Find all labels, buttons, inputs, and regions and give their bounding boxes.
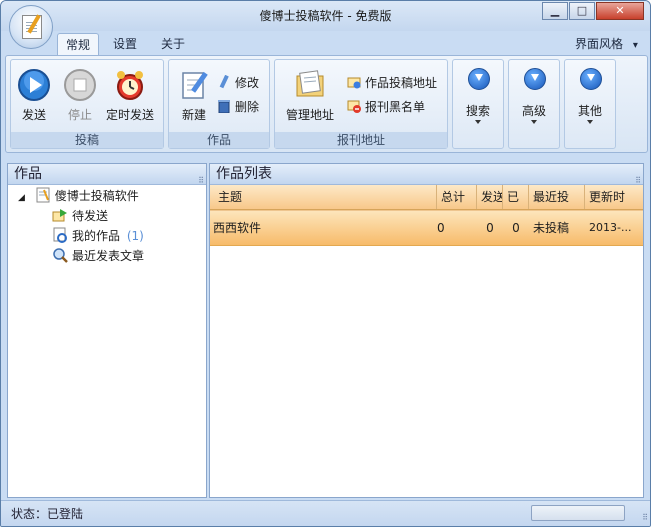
chevron-down-icon: [587, 120, 593, 124]
tree-item-my-works[interactable]: 我的作品 (1): [52, 226, 144, 246]
notepad-icon: [36, 187, 50, 203]
status-text: 状态：已登陆: [11, 507, 84, 521]
column-done[interactable]: 已: [503, 185, 529, 209]
column-updated[interactable]: 更新时: [585, 185, 643, 209]
works-list-pane: 作品列表 ⠿ 主题 总计 发送 已 最近投 更新时 西西软件 0 0 0 未投稿…: [209, 163, 644, 498]
resize-grip-icon[interactable]: ⠿: [642, 513, 648, 522]
minimize-button[interactable]: ▁: [542, 2, 568, 20]
edit-icon: [219, 75, 229, 89]
edit-button[interactable]: 修改: [217, 74, 259, 92]
scheduled-send-label: 定时发送: [105, 108, 154, 122]
ribbon-tabs: 常规 设置 关于 界面风格 ▾: [1, 31, 650, 56]
tab-general[interactable]: 常规: [57, 33, 100, 56]
ribbon: 发送 停止 定时发送 投稿 新建 修改 删除 作品 管理地址 作品投稿地址 报刊…: [5, 55, 648, 153]
delete-button[interactable]: 删除: [217, 98, 259, 116]
play-icon: [18, 69, 50, 101]
blacklist-label: 报刊黑名单: [365, 100, 426, 114]
column-last-submit[interactable]: 最近投: [529, 185, 585, 209]
ribbon-group-addresses: 管理地址 作品投稿地址 报刊黑名单 报刊地址: [274, 59, 448, 149]
pending-send-icon: [52, 209, 67, 222]
stop-icon: [64, 69, 96, 101]
ribbon-group-submit: 发送 停止 定时发送 投稿: [10, 59, 164, 149]
arrow-down-circle-icon: [524, 68, 546, 90]
works-list-header: 作品列表 ⠿: [210, 164, 643, 185]
tree-item-my-works-label: 我的作品: [72, 229, 121, 243]
table-header: 主题 总计 发送 已 最近投 更新时: [210, 185, 643, 210]
works-pane-title: 作品: [14, 166, 42, 182]
stop-button[interactable]: 停止: [63, 68, 97, 122]
manage-address-label: 管理地址: [285, 108, 334, 122]
other-dropdown[interactable]: 其他: [564, 59, 616, 149]
chevron-down-icon: [531, 120, 537, 124]
cell-subject: 西西软件: [213, 221, 262, 235]
works-pane-header: 作品 ⠿: [8, 164, 206, 185]
tree-root[interactable]: ◢ 傻博士投稿软件: [18, 186, 139, 206]
blacklist-icon: [347, 100, 361, 113]
tree-item-recent[interactable]: 最近发表文章: [52, 246, 144, 266]
cell-done: 0: [512, 221, 520, 235]
new-doc-icon: [182, 71, 208, 99]
my-works-icon: [53, 227, 67, 243]
advanced-label: 高级: [521, 104, 546, 118]
tree-item-recent-label: 最近发表文章: [72, 249, 145, 263]
column-total[interactable]: 总计: [437, 185, 477, 209]
pane-grip-icon: ⠿: [198, 176, 204, 185]
column-subject[interactable]: 主题: [210, 185, 437, 209]
my-works-count: (1): [126, 229, 144, 243]
work-address-button[interactable]: 作品投稿地址: [347, 74, 437, 92]
blacklist-button[interactable]: 报刊黑名单: [347, 98, 425, 116]
new-label: 新建: [181, 108, 206, 122]
alarm-clock-icon: [117, 71, 143, 100]
cell-last-submit: 未投稿: [533, 221, 570, 235]
cell-sent: 0: [486, 221, 494, 235]
advanced-dropdown[interactable]: 高级: [508, 59, 560, 149]
stop-label: 停止: [67, 108, 92, 122]
search-dropdown[interactable]: 搜索: [452, 59, 504, 149]
app-window: 傻博士投稿软件 - 免费版 ▁ □ ✕ 常规 设置 关于 界面风格 ▾ 发送 停…: [0, 0, 651, 527]
progress-bar: [531, 505, 625, 521]
cell-updated: 2013-...: [589, 221, 632, 234]
arrow-down-circle-icon: [468, 68, 490, 90]
title-bar: 傻博士投稿软件 - 免费版 ▁ □ ✕: [1, 1, 650, 31]
group-label-addresses: 报刊地址: [275, 132, 447, 148]
cell-total: 0: [437, 221, 445, 235]
ribbon-group-works: 新建 修改 删除 作品: [168, 59, 270, 149]
mail-address-icon: [347, 77, 361, 89]
chevron-down-icon: [475, 120, 481, 124]
table-row[interactable]: 西西软件 0 0 0 未投稿 2013-...: [210, 210, 643, 246]
delete-label: 删除: [235, 100, 260, 114]
address-book-icon: [296, 70, 324, 97]
search-label: 搜索: [465, 104, 490, 118]
status-bar: 状态：已登陆 ⠿: [1, 500, 650, 526]
arrow-down-circle-icon: [580, 68, 602, 90]
manage-address-button[interactable]: 管理地址: [286, 68, 334, 122]
tab-settings[interactable]: 设置: [105, 33, 145, 55]
chevron-down-icon: ▾: [632, 40, 638, 51]
works-pane: 作品 ⠿ ◢ 傻博士投稿软件 待发送 我的作品 (1) 最近发表文章: [7, 163, 207, 498]
new-button[interactable]: 新建: [177, 68, 211, 122]
edit-label: 修改: [235, 76, 260, 90]
tree-expander-icon[interactable]: ◢: [18, 193, 25, 203]
app-menu-button[interactable]: [9, 5, 53, 49]
maximize-button[interactable]: □: [569, 2, 595, 20]
works-list-title: 作品列表: [216, 166, 272, 182]
skin-menu[interactable]: 界面风格 ▾: [567, 33, 646, 55]
work-address-label: 作品投稿地址: [365, 76, 438, 90]
other-label: 其他: [577, 104, 602, 118]
tree-item-pending[interactable]: 待发送: [52, 206, 108, 226]
close-button[interactable]: ✕: [596, 2, 644, 20]
tree-root-label: 傻博士投稿软件: [54, 189, 139, 203]
column-sent[interactable]: 发送: [477, 185, 503, 209]
send-button[interactable]: 发送: [17, 68, 51, 122]
scheduled-send-button[interactable]: 定时发送: [106, 68, 154, 122]
trash-icon: [218, 100, 230, 113]
skin-menu-label: 界面风格: [575, 37, 624, 51]
tab-about[interactable]: 关于: [153, 33, 193, 55]
group-label-works: 作品: [169, 132, 269, 148]
group-label-submit: 投稿: [11, 132, 163, 148]
recent-articles-icon: [53, 248, 68, 263]
tree-item-pending-label: 待发送: [72, 209, 109, 223]
